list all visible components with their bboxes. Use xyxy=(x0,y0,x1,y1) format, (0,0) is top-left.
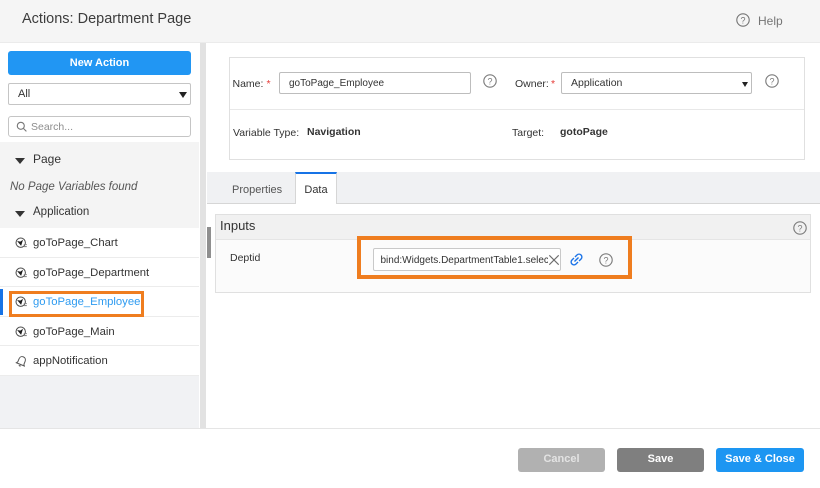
svg-text:?: ? xyxy=(603,255,608,265)
svg-text:?: ? xyxy=(740,15,745,25)
svg-text:?: ? xyxy=(769,76,774,86)
svg-text:?: ? xyxy=(797,223,802,233)
svg-text:?: ? xyxy=(487,76,492,86)
